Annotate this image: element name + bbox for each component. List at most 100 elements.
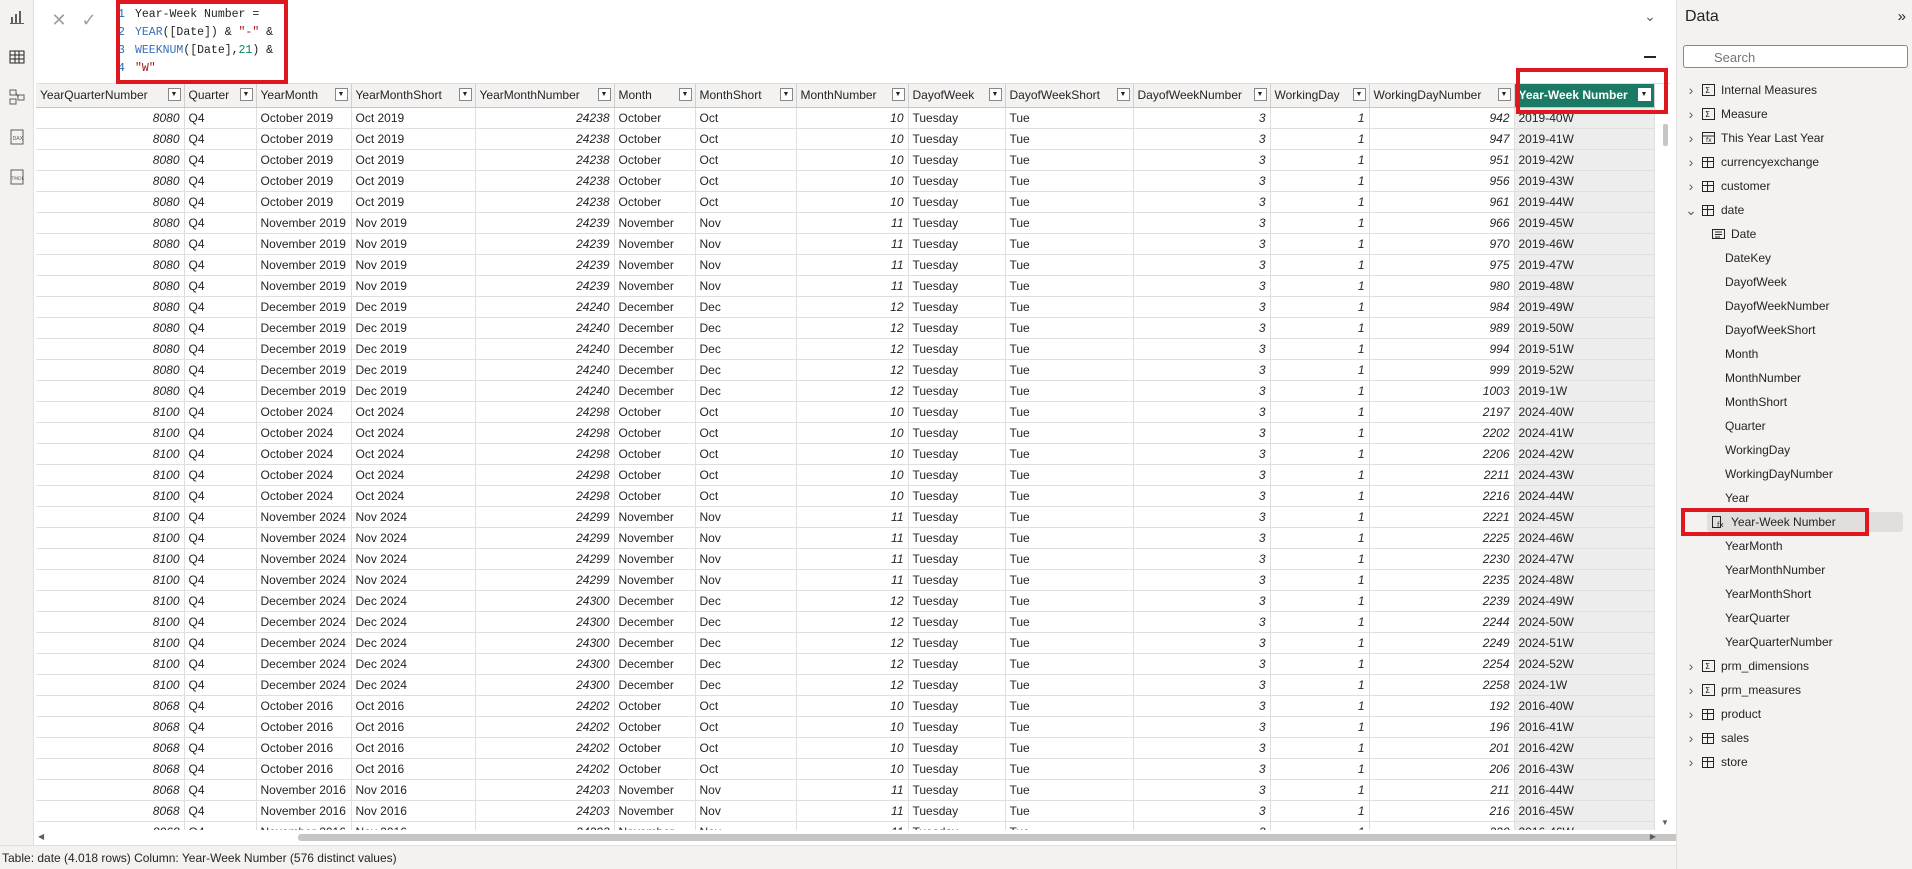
collapse-formula-icon[interactable] bbox=[1644, 56, 1656, 58]
table-cell[interactable]: 8080 bbox=[36, 338, 185, 360]
table-cell[interactable]: Dec 2019 bbox=[351, 338, 476, 360]
table-cell[interactable]: Oct 2019 bbox=[351, 170, 476, 192]
table-cell[interactable]: Nov 2024 bbox=[351, 569, 476, 591]
table-cell[interactable]: Dec bbox=[695, 296, 797, 318]
table-cell[interactable]: 1 bbox=[1270, 191, 1370, 213]
table-cell[interactable]: Dec bbox=[695, 653, 797, 675]
tree-field-item[interactable]: YearMonth bbox=[1725, 536, 1783, 556]
table-cell[interactable]: 24300 bbox=[475, 632, 615, 654]
table-cell[interactable]: Tue bbox=[1005, 737, 1134, 759]
filter-dropdown-icon[interactable]: ▼ bbox=[458, 88, 472, 101]
table-cell[interactable]: 8100 bbox=[36, 632, 185, 654]
table-cell[interactable]: 8100 bbox=[36, 527, 185, 549]
table-row[interactable]: 8080 Q4 October 2019 Oct 2019 24238 October Oc… bbox=[36, 170, 1655, 192]
table-cell[interactable]: Tuesday bbox=[908, 296, 1006, 318]
table-cell[interactable]: October bbox=[614, 716, 696, 738]
table-cell[interactable]: Tuesday bbox=[908, 212, 1006, 234]
table-row[interactable]: 8100 Q4 October 2024 Oct 2024 24298 October Oc… bbox=[36, 443, 1655, 465]
expand-formula-bar-icon[interactable]: ⌄ bbox=[1640, 8, 1660, 28]
table-cell[interactable]: 24299 bbox=[475, 506, 615, 528]
table-cell[interactable]: Tue bbox=[1005, 821, 1134, 830]
table-cell[interactable]: 2019-47W bbox=[1514, 254, 1655, 276]
table-cell[interactable]: October 2016 bbox=[256, 737, 352, 759]
table-cell[interactable]: 12 bbox=[796, 296, 909, 318]
table-cell[interactable]: Q4 bbox=[184, 338, 257, 360]
table-cell[interactable]: Nov 2016 bbox=[351, 800, 476, 822]
table-cell[interactable]: 8068 bbox=[36, 758, 185, 780]
table-cell[interactable]: Tuesday bbox=[908, 737, 1006, 759]
table-cell[interactable]: Q4 bbox=[184, 170, 257, 192]
table-cell[interactable]: 24238 bbox=[475, 191, 615, 213]
table-cell[interactable]: 24298 bbox=[475, 401, 615, 423]
table-cell[interactable]: 3 bbox=[1133, 338, 1271, 360]
table-cell[interactable]: 24202 bbox=[475, 758, 615, 780]
table-cell[interactable]: Tue bbox=[1005, 317, 1134, 339]
table-cell[interactable]: November bbox=[614, 233, 696, 255]
table-cell[interactable]: November 2016 bbox=[256, 800, 352, 822]
table-cell[interactable]: 1 bbox=[1270, 821, 1370, 830]
table-cell[interactable]: 24203 bbox=[475, 800, 615, 822]
table-cell[interactable]: Q4 bbox=[184, 107, 257, 129]
table-cell[interactable]: November bbox=[614, 506, 696, 528]
table-cell[interactable]: Tuesday bbox=[908, 191, 1006, 213]
table-cell[interactable]: Nov bbox=[695, 548, 797, 570]
table-row[interactable]: 8080 Q4 November 2019 Nov 2019 24239 November… bbox=[36, 233, 1655, 255]
table-cell[interactable]: Tue bbox=[1005, 779, 1134, 801]
table-cell[interactable]: 3 bbox=[1133, 611, 1271, 633]
table-cell[interactable]: Dec bbox=[695, 674, 797, 696]
chevron-right-icon[interactable]: › bbox=[1685, 178, 1697, 194]
table-cell[interactable]: 24300 bbox=[475, 611, 615, 633]
table-cell[interactable]: Q4 bbox=[184, 527, 257, 549]
table-cell[interactable]: December 2019 bbox=[256, 380, 352, 402]
tree-field-item[interactable]: WorkingDay bbox=[1725, 440, 1790, 460]
table-cell[interactable]: 24240 bbox=[475, 338, 615, 360]
table-cell[interactable]: November bbox=[614, 212, 696, 234]
tree-table-item[interactable]: ⌄ date bbox=[1685, 200, 1744, 220]
table-cell[interactable]: 8100 bbox=[36, 590, 185, 612]
table-cell[interactable]: Dec 2024 bbox=[351, 632, 476, 654]
table-cell[interactable]: 2249 bbox=[1369, 632, 1515, 654]
tmdl-view-icon[interactable]: TMDL bbox=[8, 168, 26, 186]
table-cell[interactable]: 3 bbox=[1133, 779, 1271, 801]
table-cell[interactable]: 1 bbox=[1270, 779, 1370, 801]
table-cell[interactable]: October bbox=[614, 191, 696, 213]
table-cell[interactable]: Nov 2019 bbox=[351, 254, 476, 276]
table-cell[interactable]: 2019-52W bbox=[1514, 359, 1655, 381]
table-cell[interactable]: Tuesday bbox=[908, 317, 1006, 339]
table-cell[interactable]: Tue bbox=[1005, 233, 1134, 255]
table-cell[interactable]: 10 bbox=[796, 401, 909, 423]
table-cell[interactable]: 8100 bbox=[36, 569, 185, 591]
table-cell[interactable]: Nov bbox=[695, 779, 797, 801]
table-cell[interactable]: Q4 bbox=[184, 653, 257, 675]
tree-field-item[interactable]: DayofWeekShort bbox=[1725, 320, 1816, 340]
table-cell[interactable]: 2019-1W bbox=[1514, 380, 1655, 402]
tree-field-item[interactable]: Month bbox=[1725, 344, 1758, 364]
table-cell[interactable]: November bbox=[614, 569, 696, 591]
table-cell[interactable]: 192 bbox=[1369, 695, 1515, 717]
filter-dropdown-icon[interactable]: ▼ bbox=[988, 88, 1002, 101]
tree-table-item[interactable]: › fx This Year Last Year bbox=[1685, 128, 1825, 148]
table-cell[interactable]: Tue bbox=[1005, 254, 1134, 276]
table-cell[interactable]: Tue bbox=[1005, 464, 1134, 486]
table-cell[interactable]: 24239 bbox=[475, 212, 615, 234]
formula-bar[interactable]: ✕ ✓ 1 Year-Week Number = 2 YEAR([Date]) & "… bbox=[36, 0, 1670, 84]
table-cell[interactable]: Oct bbox=[695, 128, 797, 150]
column-header[interactable]: YearMonthShort ▼ bbox=[351, 84, 476, 108]
table-cell[interactable]: Tue bbox=[1005, 149, 1134, 171]
table-cell[interactable]: Tuesday bbox=[908, 233, 1006, 255]
table-row[interactable]: 8100 Q4 November 2024 Nov 2024 24299 November… bbox=[36, 527, 1655, 549]
filter-dropdown-icon[interactable]: ▼ bbox=[1116, 88, 1130, 101]
report-view-icon[interactable] bbox=[8, 8, 26, 26]
table-cell[interactable]: 1 bbox=[1270, 233, 1370, 255]
table-cell[interactable]: Tue bbox=[1005, 758, 1134, 780]
table-cell[interactable]: November bbox=[614, 779, 696, 801]
table-cell[interactable]: 3 bbox=[1133, 653, 1271, 675]
table-cell[interactable]: Tue bbox=[1005, 359, 1134, 381]
table-cell[interactable]: Oct 2016 bbox=[351, 737, 476, 759]
scroll-right-icon[interactable]: ▶ bbox=[1650, 832, 1656, 841]
table-cell[interactable]: 12 bbox=[796, 611, 909, 633]
table-cell[interactable]: 12 bbox=[796, 674, 909, 696]
table-cell[interactable]: Q4 bbox=[184, 296, 257, 318]
chevron-right-icon[interactable]: › bbox=[1685, 658, 1697, 674]
table-row[interactable]: 8080 Q4 December 2019 Dec 2019 24240 December… bbox=[36, 296, 1655, 318]
